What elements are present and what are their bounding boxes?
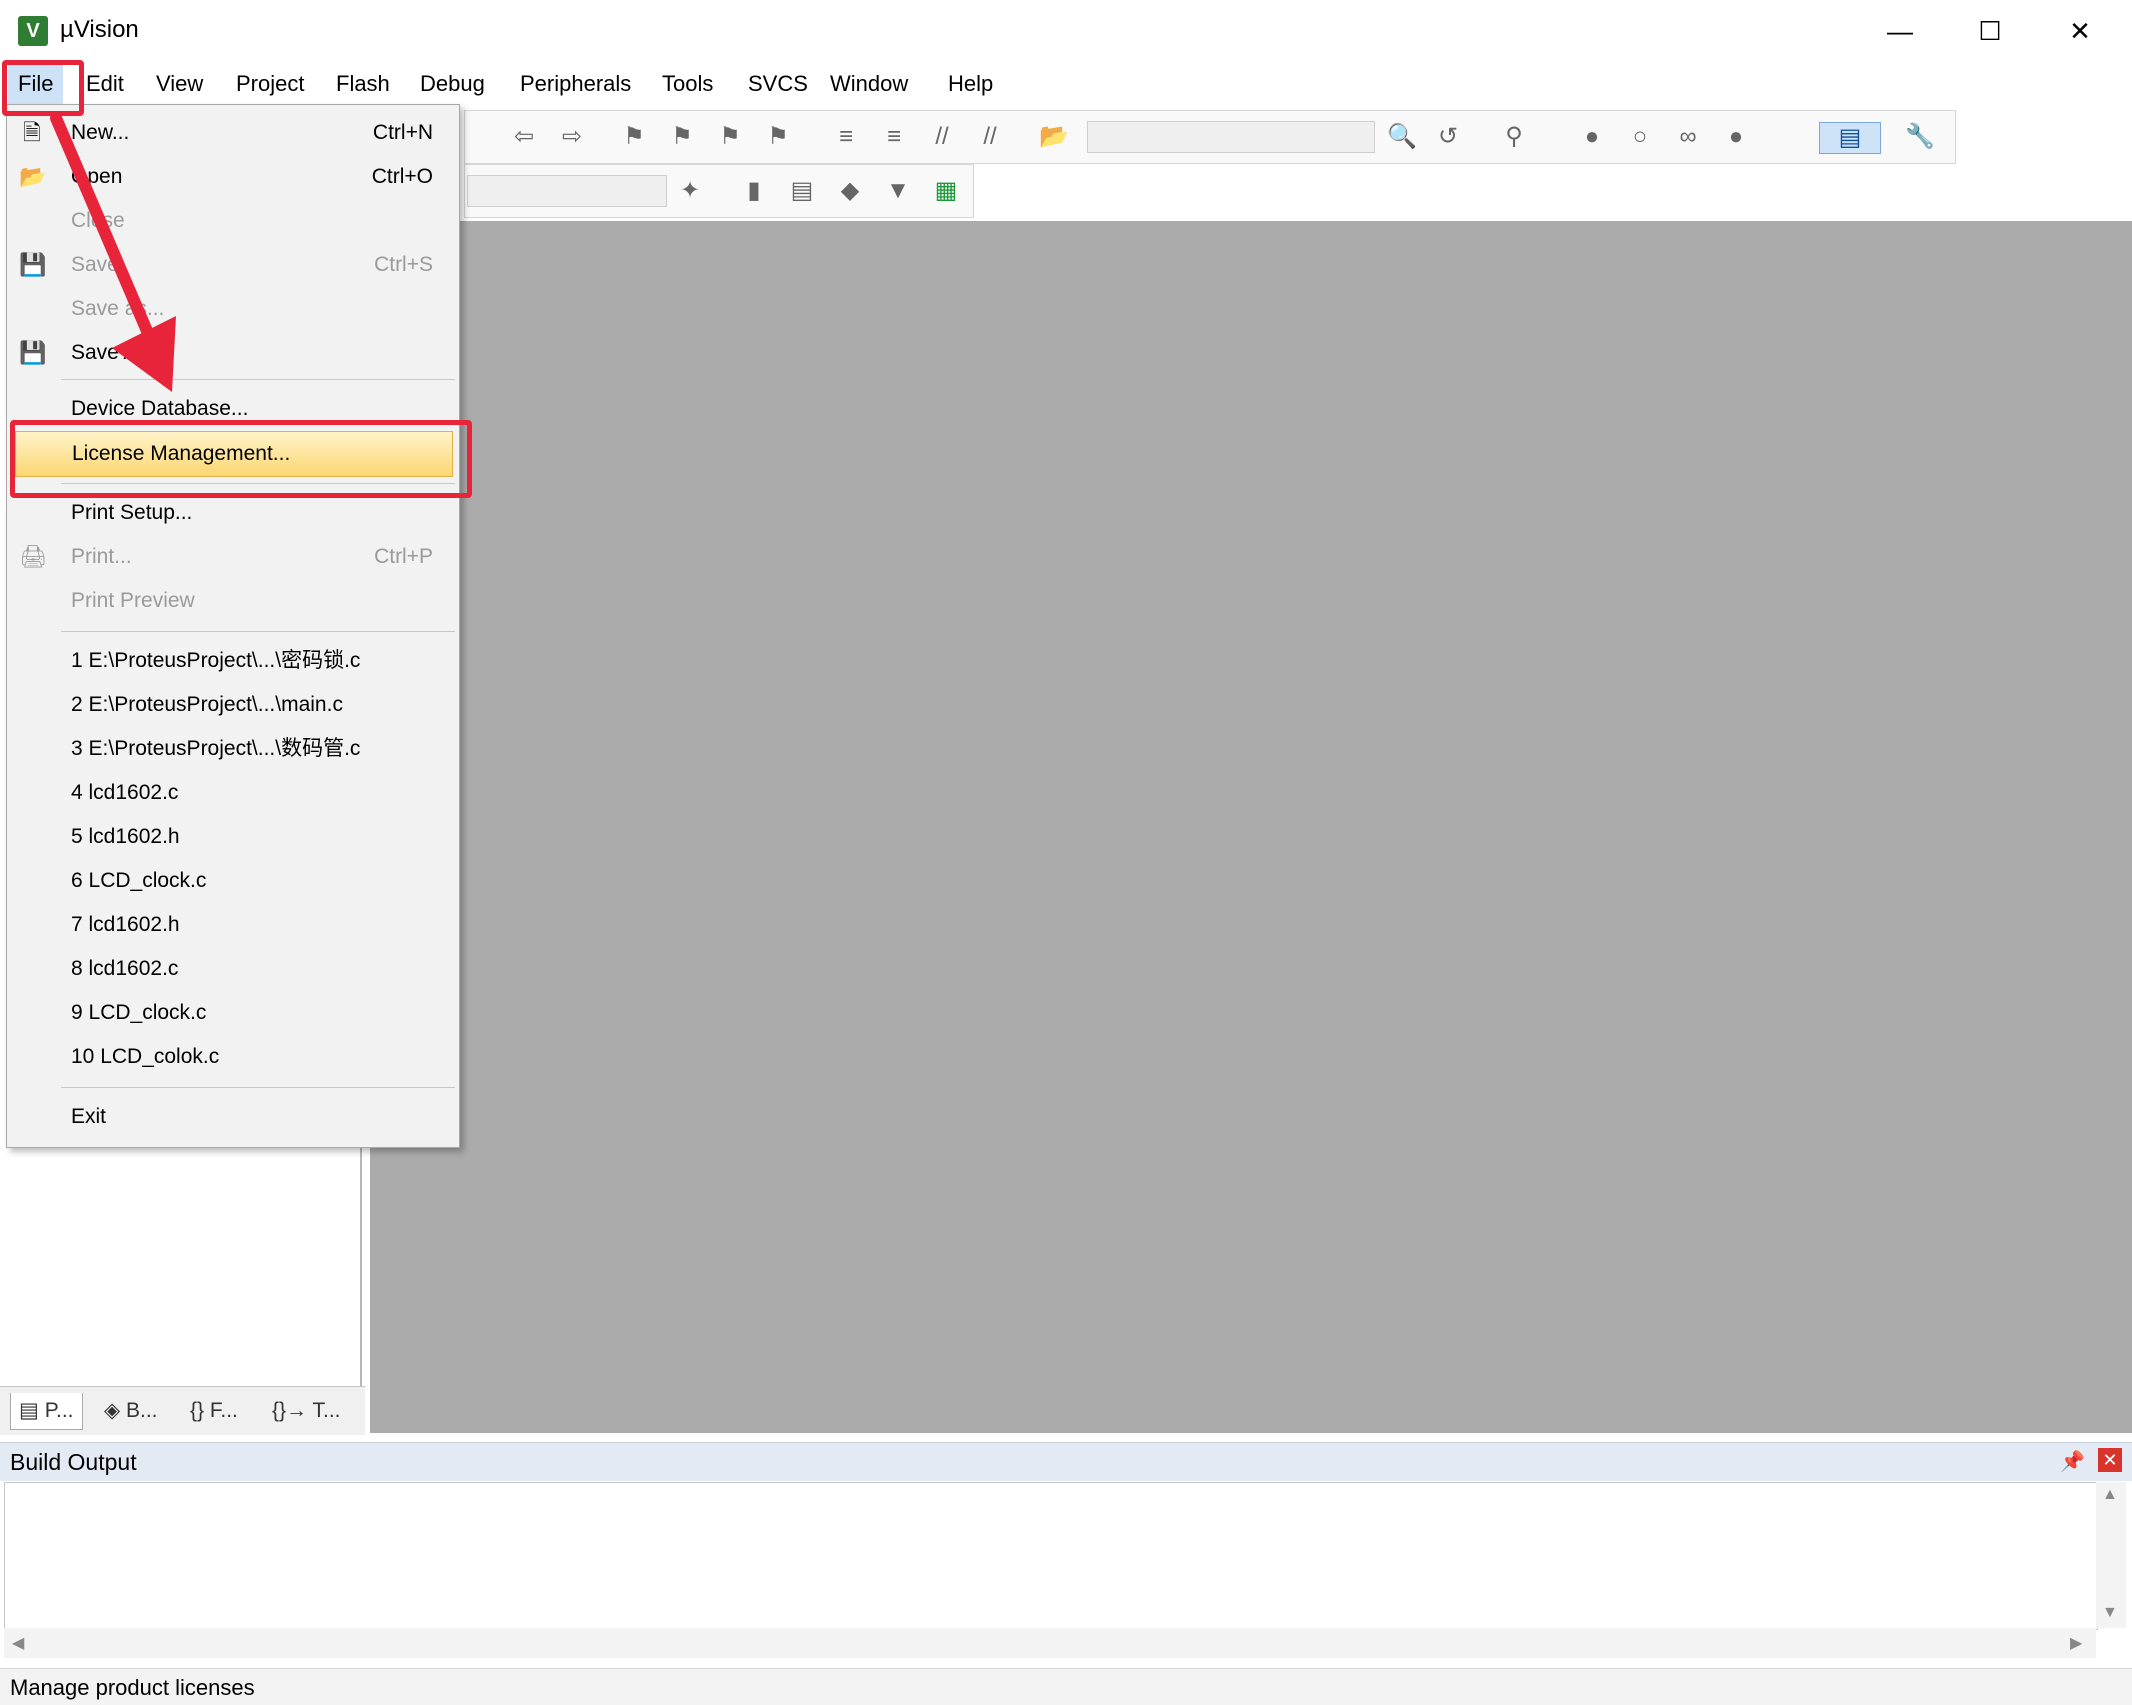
pack-installer-icon[interactable]: ▼ <box>883 176 913 206</box>
tab-functions[interactable]: {} F... <box>182 1393 246 1429</box>
menu-debug[interactable]: Debug <box>410 62 495 106</box>
menu-window[interactable]: Window <box>820 62 918 106</box>
menu-flash[interactable]: Flash <box>326 62 400 106</box>
menu-recent-file-4[interactable]: 4 lcd1602.c <box>7 771 459 815</box>
debug-session-icon[interactable]: ⚲ <box>1499 122 1529 152</box>
scroll-right-icon[interactable]: ▶ <box>2070 1633 2082 1653</box>
comment-icon[interactable]: // <box>927 122 957 152</box>
minimize-icon[interactable]: — <box>1860 8 1940 54</box>
menu-separator <box>61 631 455 632</box>
project-tab-strip: ▤ P... ◈ B... {} F... {}→ T... <box>0 1386 365 1435</box>
menu-recent-file-3[interactable]: 3 E:\ProteusProject\...\数码管.c <box>7 727 459 771</box>
navigate-back-icon[interactable]: ⇦ <box>509 122 539 152</box>
kill-breakpoints-icon[interactable]: ● <box>1721 122 1751 152</box>
printer-icon: 🖨 <box>19 544 47 569</box>
build-output-area[interactable] <box>4 1482 2098 1630</box>
tab-templates[interactable]: {}→ T... <box>264 1393 349 1429</box>
templates-icon: {}→ <box>272 1399 313 1422</box>
manage-components-icon[interactable]: ▮ <box>739 176 769 206</box>
scroll-up-icon[interactable]: ▲ <box>2102 1486 2118 1504</box>
project-icon: ▤ <box>19 1399 45 1422</box>
status-bar: Manage product licenses <box>0 1668 2132 1705</box>
build-output-title: Build Output <box>10 1449 137 1475</box>
functions-icon: {} <box>190 1399 210 1422</box>
annotation-arrow-icon <box>50 112 176 392</box>
clear-bookmarks-icon[interactable]: ⚑ <box>763 122 793 152</box>
navigate-forward-icon[interactable]: ⇨ <box>557 122 587 152</box>
configure-icon[interactable]: 🔧 <box>1905 122 1935 152</box>
manage-project-items-icon[interactable]: ▤ <box>787 176 817 206</box>
target-combo[interactable] <box>467 175 667 207</box>
menu-recent-file-10[interactable]: 10 LCD_colok.c <box>7 1035 459 1079</box>
tab-books[interactable]: ◈ B... <box>96 1393 166 1429</box>
status-text: Manage product licenses <box>10 1675 255 1700</box>
menu-recent-file-1[interactable]: 1 E:\ProteusProject\...\密码锁.c <box>7 639 459 683</box>
disable-breakpoint-icon[interactable]: ○ <box>1625 122 1655 152</box>
scroll-down-icon[interactable]: ▼ <box>2102 1604 2118 1622</box>
horizontal-scrollbar[interactable]: ◀ ▶ <box>4 1628 2096 1658</box>
maximize-icon[interactable]: ☐ <box>1950 8 2030 54</box>
file-toolbar: ⇦ ⇨ ⚑ ⚑ ⚑ ⚑ ≡ ≡ // // 📂 🔍 ↺ ⚲ ● ○ ∞ ● ▤ … <box>464 110 1956 164</box>
select-software-packs-icon[interactable]: ◆ <box>835 176 865 206</box>
menu-recent-file-9[interactable]: 9 LCD_clock.c <box>7 991 459 1035</box>
books-icon: ◈ <box>104 1399 126 1422</box>
menu-recent-file-6[interactable]: 6 LCD_clock.c <box>7 859 459 903</box>
breakpoint-icon[interactable]: ● <box>1577 122 1607 152</box>
menu-recent-file-7[interactable]: 7 lcd1602.h <box>7 903 459 947</box>
menu-tools[interactable]: Tools <box>652 62 723 106</box>
menu-help[interactable]: Help <box>938 62 1003 106</box>
indent-icon[interactable]: ≡ <box>831 122 861 152</box>
menu-print: 🖨 Print... Ctrl+P <box>19 544 433 569</box>
unindent-icon[interactable]: ≡ <box>879 122 909 152</box>
menu-separator <box>61 1087 455 1088</box>
replace-icon[interactable]: ↺ <box>1433 122 1463 152</box>
scroll-left-icon[interactable]: ◀ <box>12 1633 24 1653</box>
pin-icon[interactable]: 📌 <box>2060 1449 2085 1474</box>
editor-workspace <box>370 221 2132 1433</box>
find-in-files-icon[interactable]: 📂 <box>1039 122 1069 152</box>
manage-run-time-env-icon[interactable]: ▦ <box>931 176 961 206</box>
close-pane-icon[interactable]: ✕ <box>2098 1448 2122 1472</box>
vertical-scrollbar[interactable]: ▲ ▼ <box>2096 1482 2126 1628</box>
build-output-header: Build Output 📌 ✕ <box>0 1442 2132 1481</box>
menu-peripherals[interactable]: Peripherals <box>510 62 641 106</box>
window-layout-icon[interactable]: ▤ <box>1819 122 1881 154</box>
menu-recent-file-5[interactable]: 5 lcd1602.h <box>7 815 459 859</box>
annotation-box-license <box>10 420 472 498</box>
disable-all-breakpoints-icon[interactable]: ∞ <box>1673 122 1703 152</box>
build-toolbar: ✦ ▮ ▤ ◆ ▼ ▦ <box>464 164 974 218</box>
find-combo[interactable] <box>1087 121 1375 153</box>
tab-project[interactable]: ▤ P... <box>10 1393 83 1430</box>
close-icon[interactable]: ✕ <box>2040 8 2120 54</box>
menu-recent-file-2[interactable]: 2 E:\ProteusProject\...\main.c <box>7 683 459 727</box>
title-bar: V µVision — ☐ ✕ <box>0 0 2132 63</box>
uncomment-icon[interactable]: // <box>975 122 1005 152</box>
incremental-find-icon[interactable]: 🔍 <box>1387 122 1417 152</box>
menu-recent-file-8[interactable]: 8 lcd1602.c <box>7 947 459 991</box>
menu-exit[interactable]: Exit <box>7 1095 459 1139</box>
next-bookmark-icon[interactable]: ⚑ <box>715 122 745 152</box>
prev-bookmark-icon[interactable]: ⚑ <box>667 122 697 152</box>
bookmark-icon[interactable]: ⚑ <box>619 122 649 152</box>
menu-print-preview: Print Preview <box>71 589 195 612</box>
options-for-target-icon[interactable]: ✦ <box>675 176 705 206</box>
menu-bar: File Edit View Project Flash Debug Perip… <box>0 62 2132 107</box>
menu-svcs[interactable]: SVCS <box>738 62 818 106</box>
